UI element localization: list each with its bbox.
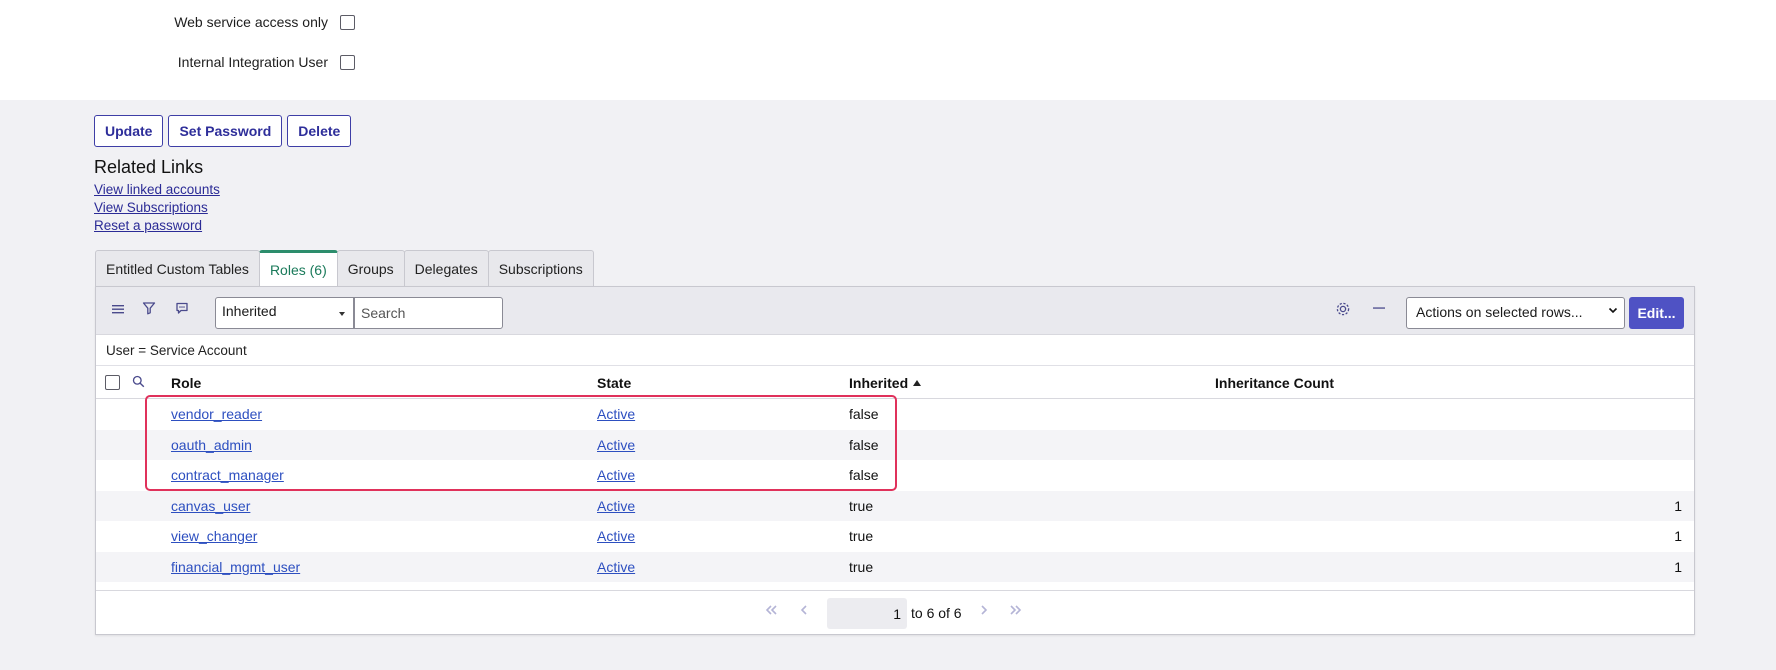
view-linked-accounts-link[interactable]: View linked accounts: [94, 181, 220, 199]
tab-groups[interactable]: Groups: [336, 250, 405, 286]
table-body: vendor_reader Active false oauth_admin A…: [96, 399, 1694, 582]
state-link[interactable]: Active: [597, 498, 635, 514]
role-link[interactable]: canvas_user: [171, 498, 250, 514]
view-subscriptions-link[interactable]: View Subscriptions: [94, 199, 220, 217]
inherited-value: false: [849, 406, 879, 422]
gear-icon[interactable]: [1333, 301, 1353, 321]
inheritance-count-value: 1: [1674, 497, 1682, 514]
sort-ascending-icon: [913, 380, 922, 386]
select-all-checkbox[interactable]: [105, 375, 120, 390]
table-row: oauth_admin Active false: [96, 429, 1694, 460]
previous-page-icon[interactable]: [799, 604, 809, 619]
state-link[interactable]: Active: [597, 528, 635, 544]
inherited-value: false: [849, 467, 879, 483]
column-header-inherited-label: Inherited: [849, 375, 909, 391]
inherited-value: true: [849, 558, 874, 575]
inherited-value: true: [849, 528, 874, 544]
internal-integration-label: Internal Integration User: [177, 54, 328, 70]
state-link[interactable]: Active: [597, 559, 635, 575]
edit-button[interactable]: Edit...: [1629, 297, 1684, 329]
related-list-tabs: Entitled Custom Tables Roles (6) Groups …: [95, 250, 594, 286]
reset-password-link[interactable]: Reset a password: [94, 217, 220, 235]
filter-breadcrumb[interactable]: User = Service Account: [106, 343, 247, 358]
last-page-icon[interactable]: [1009, 604, 1023, 619]
field-select-value: Inherited: [222, 303, 277, 319]
tab-delegates[interactable]: Delegates: [403, 250, 489, 286]
delete-button[interactable]: Delete: [287, 115, 352, 147]
page-number-input[interactable]: [827, 598, 907, 629]
related-links: Related Links View linked accounts View …: [94, 157, 220, 235]
caret-down-icon: [339, 312, 345, 316]
column-header-state[interactable]: State: [597, 375, 631, 391]
table-row: view_changer Active true 1: [96, 521, 1694, 552]
comment-icon[interactable]: [172, 301, 192, 321]
tab-subscriptions[interactable]: Subscriptions: [487, 250, 594, 286]
role-link[interactable]: view_changer: [171, 528, 257, 544]
role-link[interactable]: oauth_admin: [171, 437, 252, 453]
search-icon[interactable]: [132, 375, 145, 391]
state-link[interactable]: Active: [597, 437, 635, 453]
related-links-title: Related Links: [94, 157, 204, 177]
state-link[interactable]: Active: [597, 467, 635, 483]
filter-icon[interactable]: [139, 301, 159, 321]
tab-entitled-custom-tables[interactable]: Entitled Custom Tables: [95, 250, 260, 286]
set-password-button[interactable]: Set Password: [168, 115, 283, 147]
search-input[interactable]: [354, 297, 503, 329]
next-page-icon[interactable]: [979, 604, 989, 619]
actions-select[interactable]: Actions on selected rows...: [1406, 297, 1625, 329]
pagination-bar: to 6 of 6: [96, 590, 1694, 635]
actions-select-value: Actions on selected rows...: [1416, 304, 1583, 320]
column-header-role[interactable]: Role: [171, 375, 201, 391]
tab-roles[interactable]: Roles (6): [258, 250, 338, 286]
web-service-label: Web service access only: [174, 14, 328, 30]
form-buttons: Update Set Password Delete: [94, 115, 352, 147]
inheritance-count-value: 1: [1674, 528, 1682, 544]
internal-integration-checkbox[interactable]: [340, 54, 355, 70]
role-link[interactable]: vendor_reader: [171, 406, 262, 422]
first-page-icon[interactable]: [764, 604, 778, 619]
inherited-value: true: [849, 497, 874, 514]
roles-list-panel: Inherited Actions on selected rows... Ed…: [95, 286, 1695, 635]
web-service-checkbox[interactable]: [340, 14, 355, 30]
table-row: contract_manager Active false: [96, 460, 1694, 491]
table-header: Role State Inherited Inheritance Count: [96, 365, 1694, 399]
update-button[interactable]: Update: [94, 115, 164, 147]
table-row: financial_mgmt_user Active true 1: [96, 551, 1694, 582]
web-service-row: Web service access only: [0, 14, 355, 30]
inheritance-count-value: 1: [1674, 558, 1682, 575]
role-link[interactable]: contract_manager: [171, 467, 284, 483]
chevron-down-icon: [1608, 305, 1618, 318]
form-section: Web service access only Internal Integra…: [0, 0, 1776, 100]
field-select[interactable]: Inherited: [215, 297, 354, 329]
table-row: canvas_user Active true 1: [96, 490, 1694, 521]
table-row: vendor_reader Active false: [96, 399, 1694, 430]
role-link[interactable]: financial_mgmt_user: [171, 559, 300, 575]
column-header-inherited[interactable]: Inherited: [849, 375, 922, 391]
collapse-icon[interactable]: [1369, 301, 1389, 321]
page-range-text: to 6 of 6: [911, 605, 962, 621]
list-toolbar: Inherited Actions on selected rows... Ed…: [96, 287, 1694, 335]
hamburger-menu-icon[interactable]: [108, 301, 128, 321]
state-link[interactable]: Active: [597, 406, 635, 422]
column-header-inheritance-count[interactable]: Inheritance Count: [1215, 375, 1334, 391]
internal-integration-row: Internal Integration User: [0, 54, 355, 70]
inherited-value: false: [849, 436, 879, 453]
